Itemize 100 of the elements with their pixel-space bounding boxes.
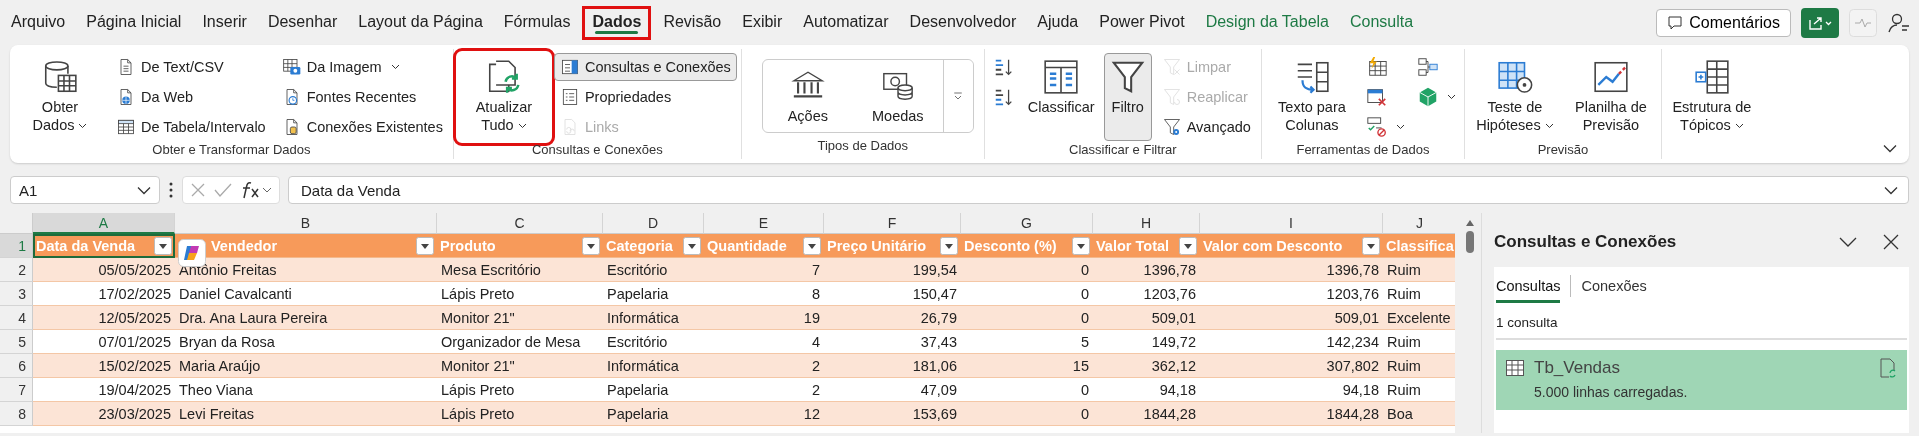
column-header[interactable]: I xyxy=(1200,213,1383,234)
filter-dropdown-icon[interactable] xyxy=(154,236,172,255)
ribbon-button[interactable]: Filtro xyxy=(1103,53,1152,141)
ribbon-button[interactable]: Conexões Existentes xyxy=(275,113,449,141)
filter-dropdown-icon[interactable] xyxy=(940,236,958,255)
caret-icon[interactable] xyxy=(1884,185,1898,195)
menu-tab[interactable]: Inserir xyxy=(193,6,256,39)
row-number[interactable]: 8 xyxy=(0,402,33,426)
table-cell: Ruim xyxy=(1383,258,1456,282)
row-number[interactable]: 2 xyxy=(0,258,33,282)
formula-field[interactable]: Data da Venda xyxy=(288,176,1909,204)
column-header[interactable]: F xyxy=(824,213,961,234)
column-header[interactable]: G xyxy=(961,213,1093,234)
column-header[interactable]: B xyxy=(175,213,437,234)
table-cell: Monitor 21" xyxy=(437,354,603,378)
scroll-up-icon[interactable] xyxy=(1465,219,1475,227)
filter-dropdown-icon[interactable] xyxy=(416,236,434,255)
ribbon-button[interactable]: De Tabela/Intervalo xyxy=(110,113,272,141)
filter-dropdown-icon[interactable] xyxy=(1179,236,1197,255)
column-header[interactable]: J xyxy=(1383,213,1456,234)
table-cell: Maria Araújo xyxy=(175,354,437,378)
ribbon-button[interactable]: Classificar xyxy=(1022,53,1100,141)
filter-dropdown-icon[interactable] xyxy=(1072,236,1090,255)
menu-tab[interactable]: Power Pivot xyxy=(1090,6,1194,39)
sort-table-icon xyxy=(1042,58,1081,96)
ribbon-button[interactable]: Da Imagem xyxy=(275,53,449,81)
table-cell: Monitor 21" xyxy=(437,306,603,330)
data-type-button[interactable]: Ações xyxy=(762,60,853,132)
table-cell: Papelaria xyxy=(603,402,704,426)
ribbon-button[interactable]: Avançado xyxy=(1155,113,1257,141)
ribbon-button[interactable]: Atualizar Tudo xyxy=(457,53,550,141)
ribbon-button[interactable]: Teste de Hipóteses xyxy=(1468,53,1561,141)
table-cell: 05/05/2025 xyxy=(33,258,175,282)
ribbon-button[interactable]: Fontes Recentes xyxy=(275,83,449,111)
column-header[interactable]: A xyxy=(33,213,175,234)
table-cell: Informática xyxy=(603,306,704,330)
ribbon-button[interactable]: Estrutura de Tópicos xyxy=(1665,53,1758,141)
data-type-button[interactable]: Moedas xyxy=(852,60,943,132)
menu-tab[interactable]: Ajuda xyxy=(1028,6,1088,39)
check-icon[interactable] xyxy=(213,181,233,199)
ribbon-button[interactable]: Propriedades xyxy=(553,83,737,111)
column-title: Data da Venda xyxy=(36,237,136,254)
query-name: Tb_Vendas xyxy=(1534,358,1621,378)
menu-tab[interactable]: Fórmulas xyxy=(494,6,580,39)
caret-icon[interactable] xyxy=(137,185,151,195)
column-title: Produto xyxy=(440,237,496,254)
menu-tab[interactable]: Consulta xyxy=(1341,6,1423,39)
pane-tab[interactable]: Consultas xyxy=(1496,269,1561,303)
menu-tab[interactable]: Arquivo xyxy=(2,6,75,39)
row-number[interactable]: 6 xyxy=(0,354,33,378)
menu-tab[interactable]: Exibir xyxy=(733,6,792,39)
ribbon-button[interactable]: De Text/CSV xyxy=(110,53,272,81)
query-item[interactable]: Tb_Vendas 5.000 linhas carregadas. xyxy=(1496,350,1907,410)
data-validation-icon xyxy=(1365,116,1388,138)
table-cell: Antônio Freitas xyxy=(175,258,437,282)
share-button[interactable] xyxy=(1801,7,1839,38)
row-number[interactable]: 1 xyxy=(0,234,33,258)
ribbon-button[interactable]: Texto para Colunas xyxy=(1265,53,1358,141)
table-cell: 509,01 xyxy=(1093,306,1200,330)
column-header[interactable]: D xyxy=(603,213,704,234)
more-icon[interactable] xyxy=(168,181,174,199)
filter-dropdown-icon[interactable] xyxy=(1362,236,1380,255)
comments-button[interactable]: Comentários xyxy=(1656,8,1791,37)
column-header[interactable]: H xyxy=(1093,213,1200,234)
menu-tab[interactable]: Desenhar xyxy=(258,6,347,39)
group-label: Obter e Transformar Dados xyxy=(151,141,312,159)
menu-tab[interactable]: Layout da Página xyxy=(349,6,492,39)
ribbon-button[interactable]: Planilha de Previsão xyxy=(1564,53,1657,141)
row-number[interactable]: 4 xyxy=(0,306,33,330)
ribbon-button[interactable]: Consultas e Conexões xyxy=(553,53,737,81)
menu-tab[interactable]: Desenvolvedor xyxy=(900,6,1026,39)
filter-dropdown-icon[interactable] xyxy=(803,236,821,255)
menu-tab[interactable]: Design da Tabela xyxy=(1196,6,1338,39)
menu-tab[interactable]: Página Inicial xyxy=(77,6,191,39)
name-box[interactable]: A1 xyxy=(10,176,160,204)
chevron-down-icon[interactable] xyxy=(1839,236,1857,248)
ribbon-button[interactable]: Obter Dados xyxy=(14,53,106,141)
menu-tab[interactable]: Revisão xyxy=(654,6,731,39)
menu-tab[interactable]: Automatizar xyxy=(794,6,898,39)
table-cell: 0 xyxy=(961,306,1093,330)
ribbon-button[interactable]: Da Web xyxy=(110,83,272,111)
table-cell: 1844,28 xyxy=(1200,402,1383,426)
column-title: Valor Total xyxy=(1096,237,1170,254)
row-number[interactable]: 7 xyxy=(0,378,33,402)
linked-boxes-icon xyxy=(1416,56,1439,78)
row-number[interactable]: 5 xyxy=(0,330,33,354)
row-number[interactable]: 3 xyxy=(0,282,33,306)
table-cell: 12 xyxy=(704,402,824,426)
column-header[interactable]: C xyxy=(437,213,603,234)
filter-dropdown-icon[interactable] xyxy=(582,236,600,255)
close-icon[interactable] xyxy=(1883,234,1899,250)
column-header[interactable]: E xyxy=(704,213,824,234)
filter-dropdown-icon[interactable] xyxy=(683,236,701,255)
caret-icon xyxy=(1544,123,1554,130)
table-cell: 199,54 xyxy=(824,258,961,282)
pane-tab[interactable]: Conexões xyxy=(1581,269,1647,303)
scroll-thumb[interactable] xyxy=(1466,231,1474,253)
collapse-icon[interactable] xyxy=(1883,144,1897,153)
table-cell: 1396,78 xyxy=(1093,258,1200,282)
menu-tab[interactable]: Dados xyxy=(582,5,652,40)
